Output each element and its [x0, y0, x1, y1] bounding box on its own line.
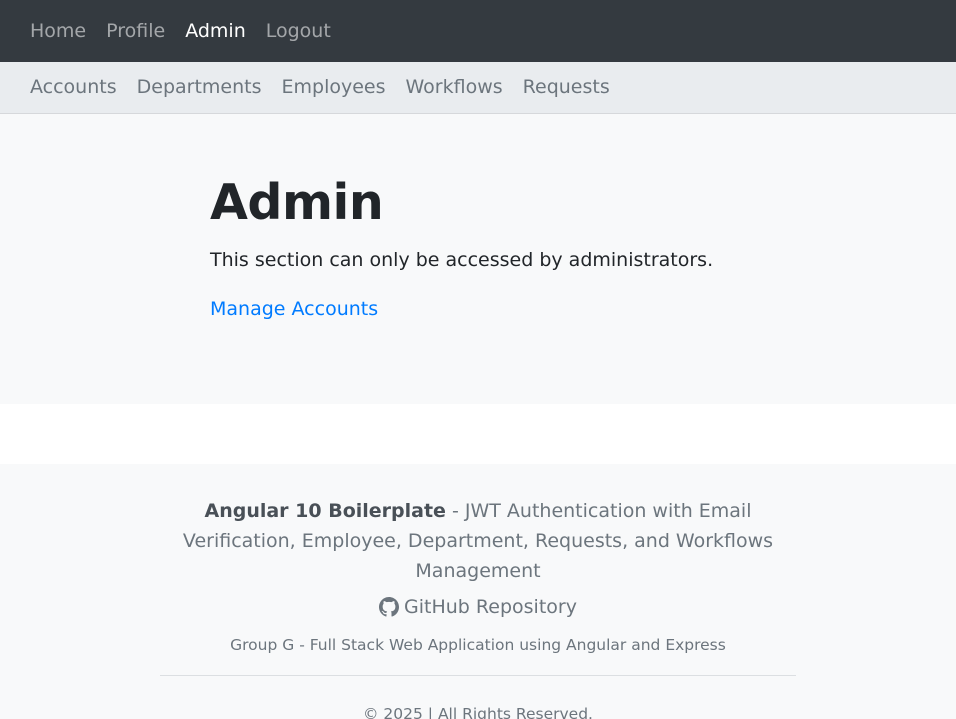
footer: Angular 10 Boilerplate - JWT Authenticat…	[0, 464, 956, 719]
footer-description: Angular 10 Boilerplate - JWT Authenticat…	[158, 496, 798, 586]
github-repo-label: GitHub Repository	[404, 596, 577, 618]
footer-group-text: Group G - Full Stack Web Application usi…	[230, 636, 726, 654]
footer-copyright: © 2025 | All Rights Reserved.	[363, 705, 593, 719]
github-icon	[379, 597, 400, 617]
subnav-departments-link[interactable]: Departments	[137, 78, 262, 97]
subnav-requests-link[interactable]: Requests	[523, 78, 610, 97]
github-repo-link[interactable]: GitHub Repository	[379, 596, 577, 618]
subnav-workflows-link[interactable]: Workflows	[406, 78, 503, 97]
admin-subnav: Accounts Departments Employees Workflows…	[0, 62, 956, 114]
page-description: This section can only be accessed by adm…	[210, 249, 714, 271]
nav-admin-link[interactable]: Admin	[185, 21, 246, 41]
nav-profile-link[interactable]: Profile	[106, 21, 165, 41]
subnav-employees-link[interactable]: Employees	[282, 78, 386, 97]
footer-brand: Angular 10 Boilerplate	[204, 500, 446, 522]
spacer	[0, 404, 956, 464]
page-title: Admin	[210, 174, 384, 231]
admin-main-section: Admin This section can only be accessed …	[0, 114, 956, 404]
footer-divider	[160, 675, 796, 676]
nav-logout-link[interactable]: Logout	[266, 21, 331, 41]
manage-accounts-link[interactable]: Manage Accounts	[210, 298, 378, 321]
top-navbar: Home Profile Admin Logout	[0, 0, 956, 62]
subnav-accounts-link[interactable]: Accounts	[30, 78, 117, 97]
nav-home-link[interactable]: Home	[30, 21, 86, 41]
